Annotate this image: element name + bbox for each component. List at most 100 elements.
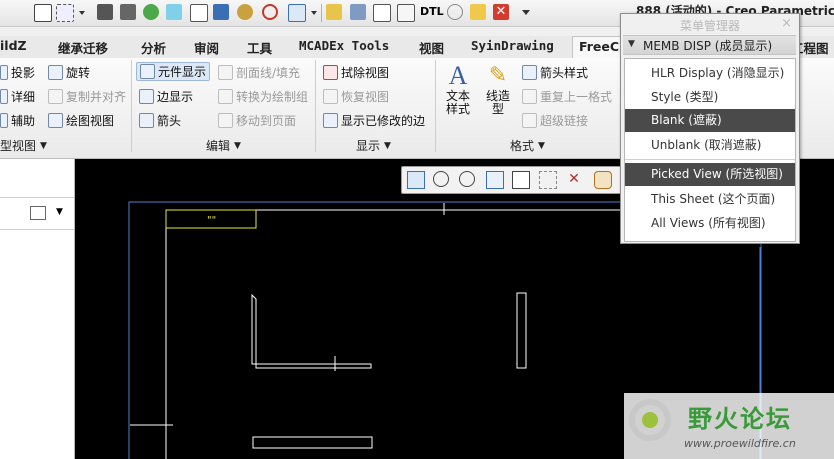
folder-icon[interactable] <box>470 4 486 20</box>
tree-header-divider <box>0 229 74 230</box>
chevron-down-icon: ▼ <box>234 140 241 151</box>
tab-tools[interactable]: 工具 <box>247 38 272 57</box>
chevron-down-icon: ▼ <box>40 140 47 151</box>
group-edit[interactable]: 编辑 ▼ <box>206 137 241 154</box>
sheet-note-icon[interactable] <box>397 4 415 22</box>
menu-item-blank[interactable]: Blank (遮蔽) <box>625 109 795 132</box>
tab-analysis[interactable]: 分析 <box>141 38 166 57</box>
rotate-icon <box>48 65 63 80</box>
pencil-icon[interactable] <box>326 4 342 20</box>
tab-syindrawing[interactable]: SyinDrawing <box>471 38 554 53</box>
tab-view[interactable]: 视图 <box>419 38 444 57</box>
component-display-button[interactable]: 元件显示 <box>136 62 211 81</box>
hyperlink-icon <box>522 113 537 128</box>
menu-header-memb-disp[interactable]: ▼ MEMB DISP (成员显示) <box>623 35 796 55</box>
close-icon[interactable]: ✕ <box>493 4 509 20</box>
group-divider <box>315 60 316 152</box>
watermark-title: 野火论坛 <box>688 404 792 433</box>
show-modified-edges-button[interactable]: 显示已修改的边 <box>323 112 425 129</box>
menu-item-unblank[interactable]: Unblank (取消遮蔽) <box>625 134 795 157</box>
more-icon[interactable] <box>521 4 531 20</box>
box-select-icon[interactable] <box>56 4 74 22</box>
resume-view-icon <box>323 89 338 104</box>
group-divider <box>435 60 436 152</box>
layer-icon[interactable] <box>213 4 229 20</box>
line-style-icon: ✎ <box>488 63 508 88</box>
page-setup-icon[interactable] <box>350 4 366 20</box>
tab-freec[interactable]: FreeC <box>572 36 627 60</box>
arrow-style-icon <box>522 65 537 80</box>
relayout-icon[interactable] <box>288 4 306 22</box>
tab-buildz[interactable]: ildZ <box>0 38 27 53</box>
menu-item-hlr-display[interactable]: HLR Display (消隐显示) <box>625 62 795 85</box>
text-style-icon: A <box>448 61 468 90</box>
orient-cube-icon[interactable] <box>512 171 530 189</box>
menu-manager-title: 菜单管理器 <box>679 19 740 33</box>
menu-item-picked-view[interactable]: Picked View (所选视图) <box>625 163 795 186</box>
chevron-down-icon: ▼ <box>538 140 545 151</box>
sheet-icon[interactable] <box>190 4 208 22</box>
edge-display-icon <box>139 89 154 104</box>
tab-inherit-migrate[interactable]: 继承迁移 <box>58 38 108 57</box>
close-icon[interactable]: × <box>781 16 792 31</box>
shaded-icon[interactable] <box>166 4 182 20</box>
drawing-view-button[interactable]: 绘图视图 <box>48 112 114 129</box>
group-model-views[interactable]: 型视图 ▼ <box>0 137 47 154</box>
resume-view-button[interactable]: 恢复视图 <box>323 88 389 105</box>
edit-note-icon[interactable] <box>373 4 391 22</box>
target-icon[interactable] <box>262 4 278 20</box>
detail-button[interactable]: 详细 <box>0 88 35 105</box>
menu-item-this-sheet[interactable]: This Sheet (这个页面) <box>625 188 795 211</box>
projection-button[interactable]: 投影 <box>0 64 35 81</box>
tree-filter-icon[interactable] <box>30 206 46 220</box>
tab-review[interactable]: 审阅 <box>194 38 219 57</box>
chevron-down-icon[interactable]: ▼ <box>56 207 63 217</box>
text-style-button[interactable]: A 文本样式 <box>440 62 476 116</box>
dtl-icon[interactable]: DTL <box>420 4 444 20</box>
group-display[interactable]: 显示 ▼ <box>356 137 391 154</box>
refit-icon[interactable] <box>486 171 504 189</box>
quick-select-icon[interactable] <box>34 4 52 22</box>
print-settings-icon[interactable] <box>120 4 136 20</box>
show-modified-edges-icon <box>323 113 338 128</box>
chevron-down-icon: ▼ <box>384 140 391 151</box>
view-side-part <box>516 292 527 369</box>
green-circle-icon[interactable] <box>143 4 159 20</box>
annotation-display-icon[interactable] <box>539 171 557 189</box>
arrow-style-button[interactable]: 箭头样式 <box>522 64 588 81</box>
spin-center-icon[interactable] <box>594 171 612 189</box>
dropdown-icon[interactable] <box>78 4 86 20</box>
gear-icon[interactable] <box>237 4 253 20</box>
view-angle-part <box>251 293 372 369</box>
tab-mcadex-tools[interactable]: MCADEx Tools <box>299 38 389 53</box>
erase-view-button[interactable]: 拭除视图 <box>323 64 389 81</box>
hyperlink-button[interactable]: 超级链接 <box>522 112 588 129</box>
line-style-button[interactable]: ✎ 线造型 <box>481 62 515 116</box>
repeat-format-button[interactable]: 重复上一格式 <box>522 88 612 105</box>
edge-display-button[interactable]: 边显示 <box>139 88 193 105</box>
wildfire-logo <box>629 399 671 441</box>
copy-align-button[interactable]: 复制并对齐 <box>48 88 126 105</box>
group-format[interactable]: 格式 ▼ <box>510 137 545 154</box>
hatch-button[interactable]: 剖面线/填充 <box>218 64 300 81</box>
view-bottom-part <box>252 436 373 449</box>
menu-item-style[interactable]: Style (类型) <box>625 86 795 109</box>
move-to-page-icon <box>218 113 233 128</box>
projection-icon <box>0 65 8 80</box>
arrow-button[interactable]: 箭头 <box>139 112 181 129</box>
zoom-in-icon[interactable] <box>433 171 449 187</box>
copy-align-icon <box>48 89 63 104</box>
menu-item-all-views[interactable]: All Views (所有视图) <box>625 212 795 235</box>
print-icon[interactable] <box>97 4 113 20</box>
erase-view-icon <box>323 65 338 80</box>
zoom-fit-icon[interactable] <box>407 171 425 189</box>
auxiliary-button[interactable]: 辅助 <box>0 112 35 129</box>
datum-display-icon[interactable]: ✕ <box>566 171 582 187</box>
model-tree-pane[interactable]: ▼ <box>0 159 75 459</box>
clock-icon[interactable] <box>447 4 463 20</box>
dropdown-icon[interactable] <box>310 4 318 20</box>
convert-group-button[interactable]: 转换为绘制组 <box>218 88 308 105</box>
rotate-button[interactable]: 旋转 <box>48 64 90 81</box>
zoom-out-icon[interactable] <box>459 171 475 187</box>
move-to-page-button[interactable]: 移动到页面 <box>218 112 296 129</box>
